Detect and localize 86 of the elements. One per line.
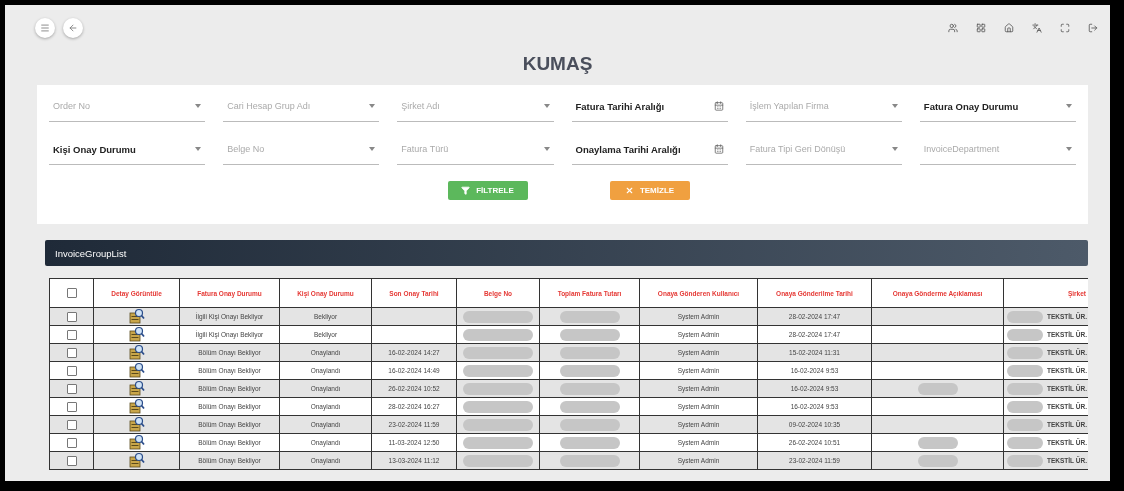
filter-icon [461,186,471,195]
row-checkbox[interactable] [66,347,77,358]
blurred-text [559,418,620,431]
fullscreen-icon[interactable] [1060,23,1070,33]
blurred-text [463,364,533,377]
select-field[interactable]: Cari Hesap Grup Adı [223,91,380,122]
close-icon [624,186,634,195]
blurred-text [1007,454,1043,467]
document-search-icon[interactable] [128,416,145,432]
blurred-text [559,364,620,377]
blurred-text [463,436,533,449]
blurred-text [463,400,533,413]
calendar-icon [713,144,724,154]
row-checkbox[interactable] [66,437,77,448]
blurred-text [1007,400,1043,413]
caret-icon [543,147,550,151]
select-field[interactable]: Belge No [223,134,380,165]
blurred-text [1007,346,1043,359]
grid-icon[interactable] [976,23,986,33]
caret-icon [369,147,376,151]
select-field[interactable]: InvoiceDepartment [919,134,1076,165]
caret-icon [891,104,898,108]
logout-icon[interactable] [1088,23,1098,33]
row-checkbox[interactable] [66,401,77,412]
select-field[interactable]: Şirket Adı [397,91,554,122]
translate-icon[interactable] [1032,23,1042,33]
caret-icon [195,147,202,151]
blurred-text [463,382,533,395]
page-title: KUMAŞ [521,53,594,75]
select-field[interactable]: Kişi Onay Durumu [49,134,206,165]
blurred-text [1007,310,1043,323]
caret-icon [1066,147,1072,151]
caret-icon [195,104,202,108]
select-field[interactable]: Fatura Tipi Geri Dönüşü [745,134,902,165]
back-arrow-icon [68,23,78,33]
select-field[interactable]: İşlem Yapılan Firma [745,91,902,122]
document-search-icon[interactable] [128,398,145,414]
filter-button[interactable]: FİLTRELE [447,181,528,200]
date-range-field[interactable]: Onaylama Tarihi Aralığı [571,134,728,165]
row-checkbox[interactable] [66,419,77,430]
blurred-text [463,454,533,467]
blurred-text [559,400,620,413]
blurred-text [1007,436,1043,449]
document-search-icon[interactable] [128,326,145,342]
caret-icon [369,104,376,108]
caret-icon [891,147,898,151]
blurred-text [917,382,958,395]
blurred-text [559,382,620,395]
blurred-text [559,346,620,359]
users-icon[interactable] [948,23,958,33]
blurred-text [1007,364,1043,377]
blurred-text [559,436,620,449]
blurred-text [917,454,958,467]
row-checkbox[interactable] [66,383,77,394]
document-search-icon[interactable] [128,308,145,324]
menu-icon [40,23,50,33]
document-search-icon[interactable] [128,344,145,360]
row-checkbox[interactable] [66,365,77,376]
blurred-text [1007,382,1043,395]
panel-header: InvoiceGroupList [45,240,1088,266]
blurred-text [559,328,620,341]
blurred-text [463,418,533,431]
blurred-text [559,454,620,467]
blurred-text [463,310,533,323]
caret-icon [1066,104,1072,108]
blurred-text [463,346,533,359]
document-search-icon[interactable] [128,434,145,450]
row-checkbox[interactable] [66,455,77,466]
blurred-text [559,310,620,323]
select-field[interactable]: Fatura Türü [397,134,554,165]
document-search-icon[interactable] [128,380,145,396]
date-range-field[interactable]: Fatura Tarihi Aralığı [571,91,728,122]
blurred-text [1007,328,1043,341]
select-field[interactable]: Fatura Onay Durumu [919,91,1076,122]
row-checkbox[interactable] [66,329,77,340]
blurred-text [917,436,958,449]
select-all-checkbox[interactable] [66,288,77,298]
document-search-icon[interactable] [128,362,145,378]
home-icon[interactable] [1004,23,1014,33]
document-search-icon[interactable] [128,452,145,468]
calendar-icon [713,101,724,111]
blurred-text [1007,418,1043,431]
select-field[interactable]: Order No [49,91,206,122]
caret-icon [543,104,550,108]
row-checkbox[interactable] [66,311,77,322]
blurred-text [463,328,533,341]
